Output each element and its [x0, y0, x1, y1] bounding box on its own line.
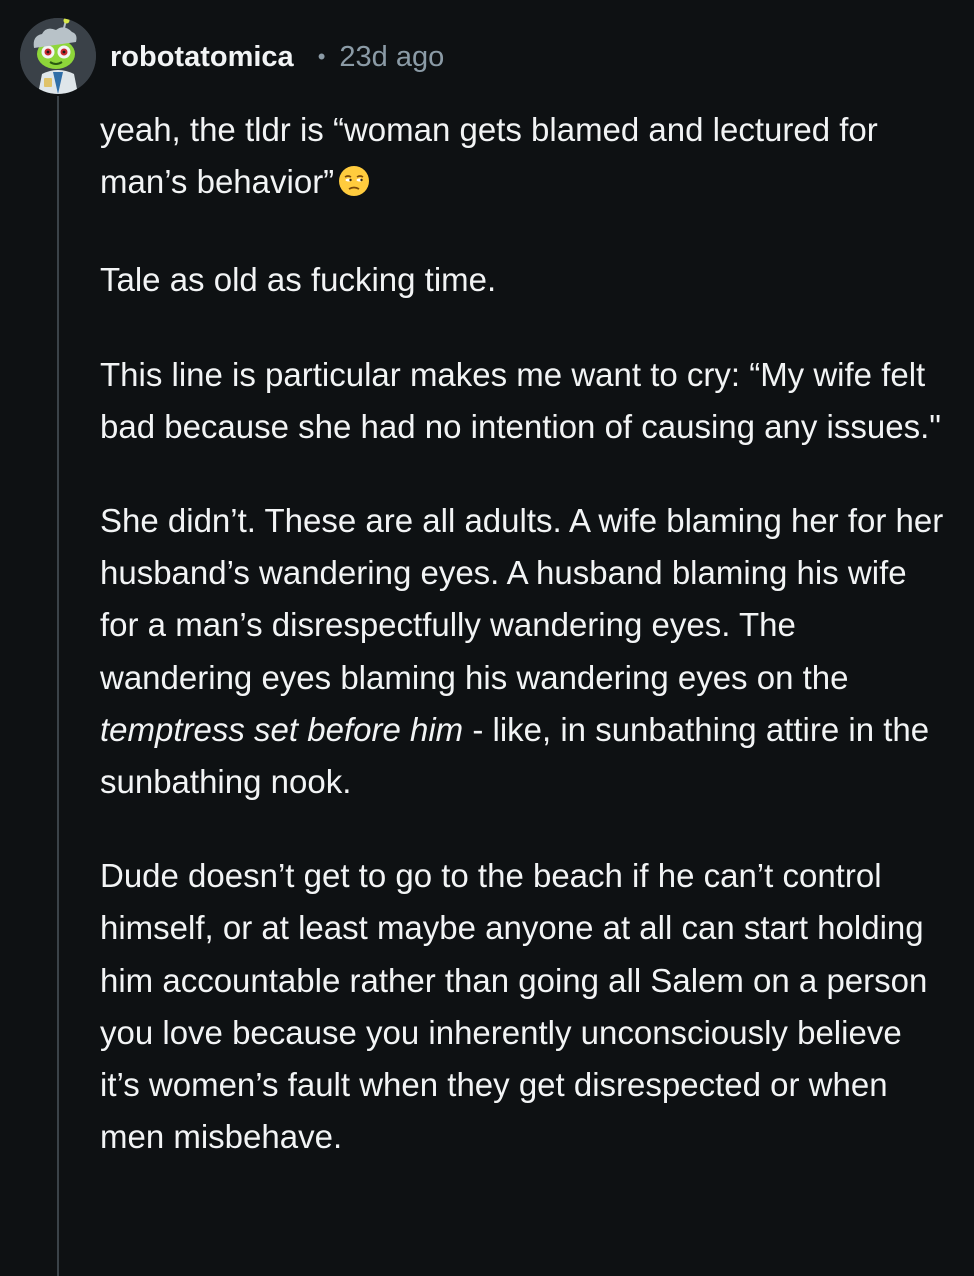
snoo-avatar-icon [20, 18, 96, 94]
comment-paragraph-2: Tale as old as fucking time. [100, 261, 497, 299]
username-link[interactable]: robotatomica [110, 41, 294, 74]
avatar[interactable] [20, 18, 96, 94]
comment-paragraph-3: This line is particular makes me want to… [100, 355, 941, 445]
comment-meta: robotatomica • 23d ago [110, 41, 444, 74]
comment-paragraph-4: She didn’t. These are all adults. A wife… [100, 495, 950, 808]
thread-line[interactable] [57, 96, 59, 1276]
paragraph-4-text-start: She didn’t. These are all adults. A wife… [100, 502, 944, 696]
comment-body: yeah, the tldr is “woman gets blamed and… [100, 104, 950, 1205]
comment-paragraph-1: yeah, the tldr is “woman gets blamed and… [100, 104, 950, 212]
separator-dot: • [317, 44, 326, 69]
paragraph-4-italic-text: temptress set before him [100, 710, 464, 748]
paragraph-1-text: yeah, the tldr is “woman gets blamed and… [100, 111, 878, 201]
timestamp-link[interactable]: 23d ago [339, 41, 444, 74]
comment-header: robotatomica • 23d ago [20, 16, 444, 96]
unamused-face-emoji-icon [338, 160, 370, 212]
comment-paragraph-5: Dude doesn’t get to go to the beach if h… [100, 857, 928, 1156]
